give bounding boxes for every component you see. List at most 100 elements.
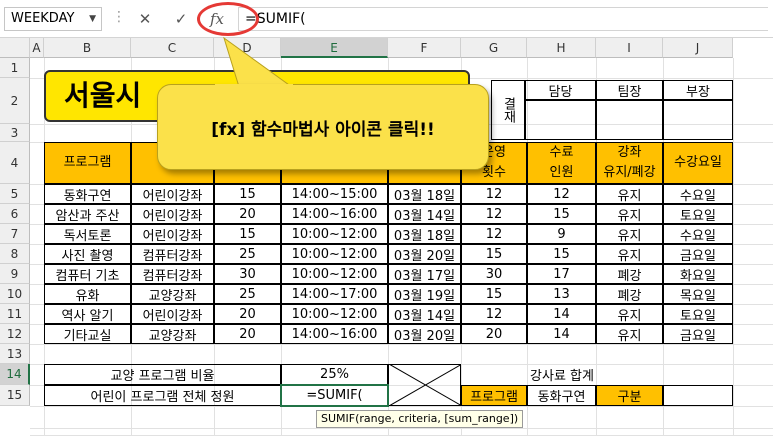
table-cell[interactable]: 교양강좌 (131, 324, 214, 344)
table-cell[interactable]: 9 (527, 224, 596, 244)
column-header-g[interactable]: G (461, 38, 527, 58)
table-cell[interactable]: 12 (461, 224, 527, 244)
summary-i14[interactable]: 구분 (596, 385, 663, 406)
table-cell[interactable]: 유지 (596, 304, 663, 324)
table-cell[interactable]: 20 (214, 204, 281, 224)
table-cell[interactable]: 수요일 (663, 224, 733, 244)
table-cell[interactable]: 컴퓨터 기초 (44, 264, 131, 284)
table-cell[interactable]: 유지 (596, 224, 663, 244)
row-header-10[interactable]: 10 (0, 284, 30, 304)
approval-header[interactable]: 담당 (525, 80, 596, 100)
row-header-9[interactable]: 9 (0, 264, 30, 284)
row-header-4[interactable]: 4 (0, 142, 30, 184)
table-cell[interactable]: 14:00~16:00 (281, 324, 388, 344)
table-cell[interactable]: 금요일 (663, 244, 733, 264)
table-cell[interactable]: 금요일 (663, 324, 733, 344)
table-cell[interactable]: 12 (527, 184, 596, 204)
table-cell[interactable]: 화요일 (663, 264, 733, 284)
table-cell[interactable]: 기타교실 (44, 324, 131, 344)
table-cell[interactable]: 12 (461, 184, 527, 204)
summary-j14[interactable] (663, 385, 733, 406)
table-cell[interactable]: 토요일 (663, 304, 733, 324)
table-cell[interactable]: 15 (461, 284, 527, 304)
row-header-14[interactable]: 14 (0, 364, 30, 385)
table-cell[interactable]: 토요일 (663, 204, 733, 224)
table-cell[interactable]: 14:00~17:00 (281, 284, 388, 304)
table-cell[interactable]: 20 (461, 324, 527, 344)
column-header-j[interactable]: J (663, 38, 733, 58)
approval-header[interactable]: 부장 (663, 80, 733, 100)
table-header-cell[interactable]: 강좌 유지/폐강 (596, 142, 663, 184)
table-cell[interactable]: 17 (527, 264, 596, 284)
name-box[interactable]: WEEKDAY ▼ (4, 7, 102, 31)
table-cell[interactable]: 15 (527, 244, 596, 264)
summary-g14[interactable]: 프로그램 (461, 385, 527, 406)
summary-label-row13[interactable]: 교양 프로그램 비율 (44, 364, 281, 385)
table-cell[interactable]: 어린이강좌 (131, 184, 214, 204)
approval-sign-cell[interactable] (525, 100, 596, 140)
select-all-corner[interactable] (0, 38, 30, 58)
summary-label-row14[interactable]: 어린이 프로그램 전체 정원 (44, 385, 281, 406)
table-cell[interactable]: 14 (527, 304, 596, 324)
more-options-icon[interactable]: ⋮ (112, 9, 126, 25)
table-cell[interactable]: 30 (461, 264, 527, 284)
table-cell[interactable]: 15 (461, 244, 527, 264)
enter-icon[interactable]: ✓ (168, 8, 194, 30)
table-cell[interactable]: 30 (214, 264, 281, 284)
table-cell[interactable]: 03월 17일 (388, 264, 461, 284)
table-cell[interactable]: 폐강 (596, 264, 663, 284)
approval-header[interactable]: 팀장 (596, 80, 663, 100)
approval-sign-cell[interactable] (663, 100, 733, 140)
table-cell[interactable]: 유지 (596, 184, 663, 204)
table-cell[interactable]: 수요일 (663, 184, 733, 204)
table-cell[interactable]: 10:00~12:00 (281, 264, 388, 284)
table-cell[interactable]: 유지 (596, 324, 663, 344)
cancel-icon[interactable]: ✕ (132, 8, 158, 30)
table-cell[interactable]: 컴퓨터강좌 (131, 264, 214, 284)
table-cell[interactable]: 컴퓨터강좌 (131, 244, 214, 264)
row-header-13[interactable]: 13 (0, 344, 30, 364)
table-cell[interactable]: 14:00~16:00 (281, 204, 388, 224)
table-cell[interactable]: 03월 20일 (388, 324, 461, 344)
table-cell[interactable]: 03월 19일 (388, 284, 461, 304)
formula-input[interactable]: =SUMIF( (238, 7, 768, 31)
table-cell[interactable]: 13 (527, 284, 596, 304)
row-header-11[interactable]: 11 (0, 304, 30, 324)
table-header-cell[interactable]: 수료 인원 (527, 142, 596, 184)
table-cell[interactable]: 20 (214, 324, 281, 344)
row-header-1[interactable]: 1 (0, 58, 30, 78)
table-cell[interactable]: 20 (214, 304, 281, 324)
table-cell[interactable]: 15 (214, 224, 281, 244)
table-cell[interactable]: 유지 (596, 244, 663, 264)
table-cell[interactable]: 10:00~12:00 (281, 244, 388, 264)
table-cell[interactable]: 어린이강좌 (131, 204, 214, 224)
row-header-2[interactable]: 2 (0, 78, 30, 124)
table-cell[interactable]: 03월 20일 (388, 244, 461, 264)
table-cell[interactable]: 폐강 (596, 284, 663, 304)
row-header-8[interactable]: 8 (0, 244, 30, 264)
table-cell[interactable]: 10:00~12:00 (281, 224, 388, 244)
table-cell[interactable]: 15 (214, 184, 281, 204)
column-header-h[interactable]: H (527, 38, 596, 58)
chevron-down-icon[interactable]: ▼ (89, 8, 96, 30)
row-header-5[interactable]: 5 (0, 184, 30, 204)
table-cell[interactable]: 03월 14일 (388, 204, 461, 224)
table-cell[interactable]: 14 (527, 324, 596, 344)
table-cell[interactable]: 암산과 주산 (44, 204, 131, 224)
column-header-f[interactable]: F (388, 38, 461, 58)
column-header-i[interactable]: I (596, 38, 663, 58)
crossed-cell[interactable] (388, 364, 461, 406)
table-cell[interactable]: 15 (527, 204, 596, 224)
column-header-b[interactable]: B (44, 38, 131, 58)
table-cell[interactable]: 유화 (44, 284, 131, 304)
table-cell[interactable]: 03월 18일 (388, 224, 461, 244)
table-header-cell[interactable]: 프로그램 (44, 142, 131, 184)
summary-value-row13[interactable]: 25% (281, 364, 388, 385)
column-header-c[interactable]: C (131, 38, 214, 58)
row-header-15[interactable]: 15 (0, 385, 30, 406)
table-header-cell[interactable]: 수강요일 (663, 142, 733, 184)
table-cell[interactable]: 12 (461, 204, 527, 224)
table-cell[interactable]: 교양강좌 (131, 284, 214, 304)
row-header-6[interactable]: 6 (0, 204, 30, 224)
table-cell[interactable]: 어린이강좌 (131, 224, 214, 244)
